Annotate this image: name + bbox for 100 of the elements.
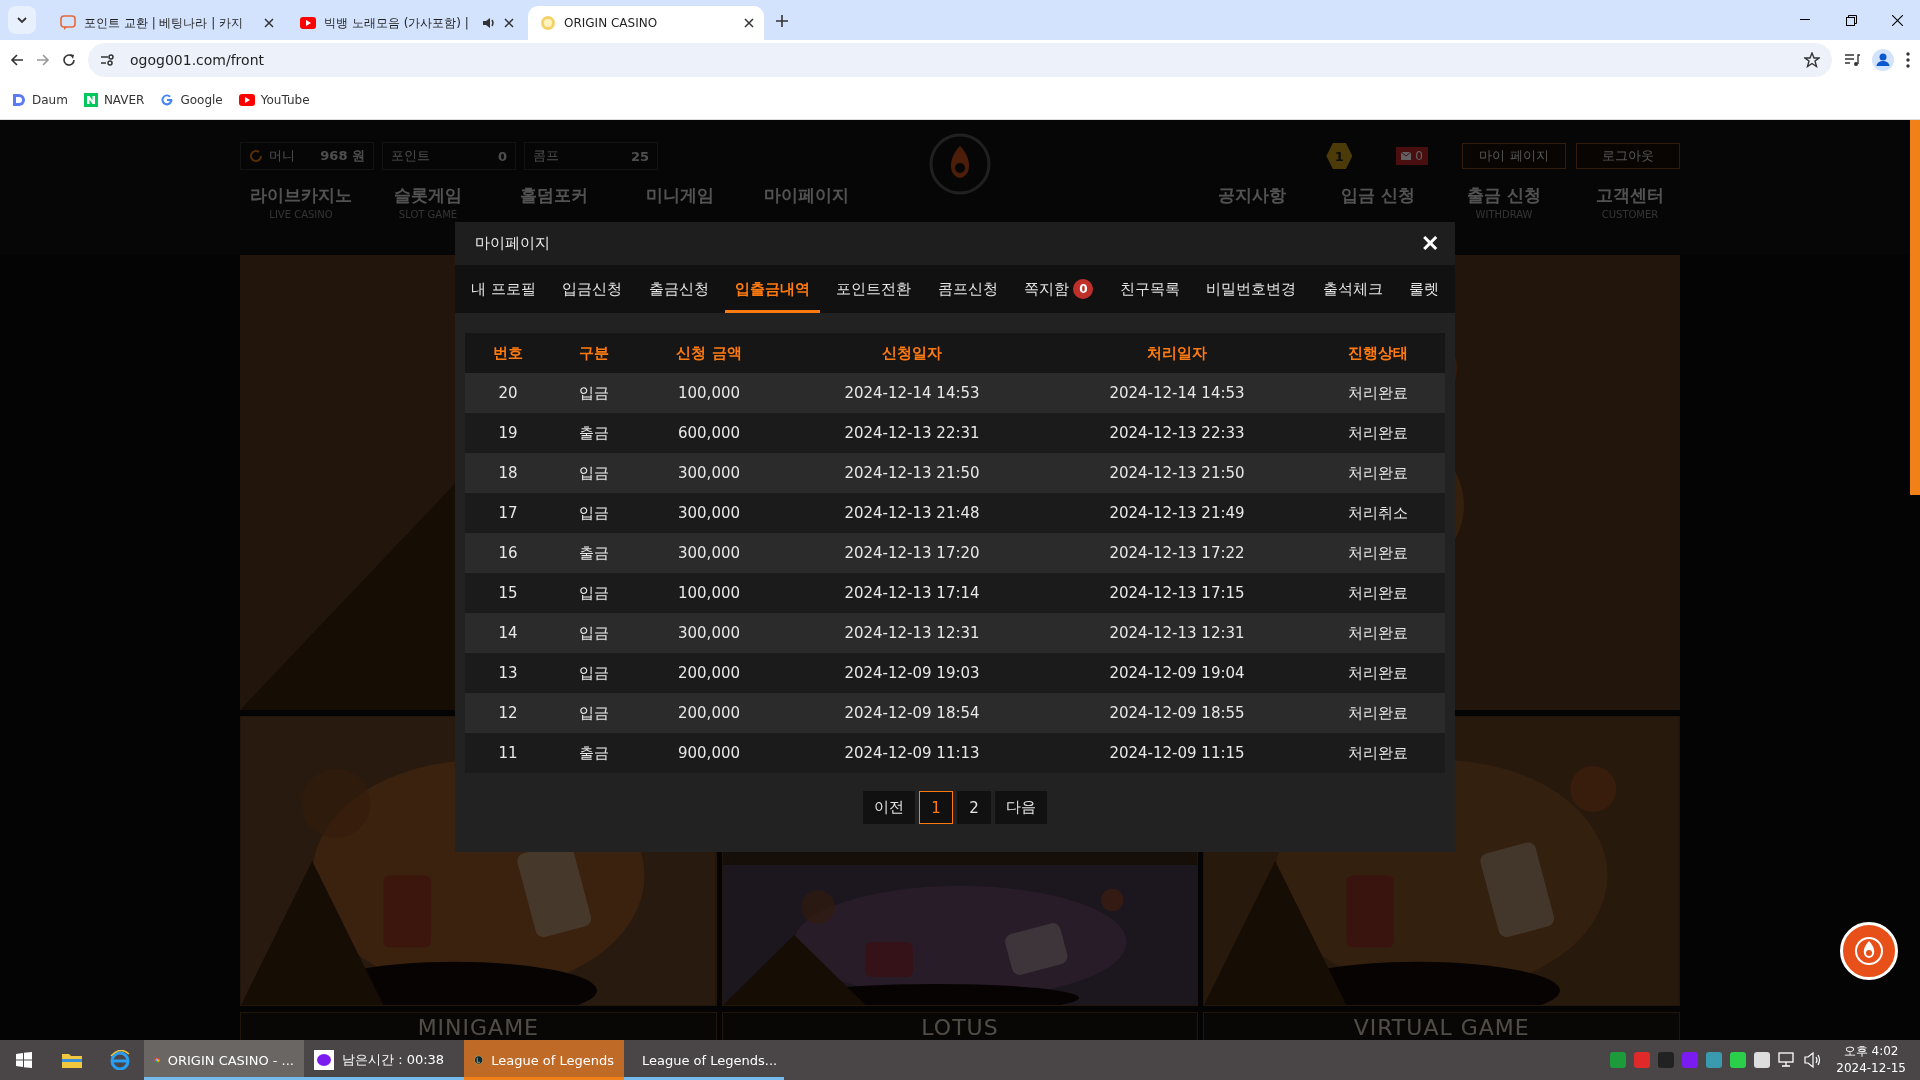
- table-cell-text: 12: [497, 703, 519, 724]
- google-icon: [160, 92, 175, 107]
- daum-icon: [12, 92, 26, 107]
- table-cell-text: 2024-12-13 17:15: [1108, 583, 1246, 604]
- close-button[interactable]: ✕: [1417, 230, 1443, 257]
- stat-label: 포인트: [391, 147, 430, 165]
- table-cell-text: 2024-12-09 19:04: [1108, 663, 1246, 684]
- table-cell-text: 11: [497, 743, 519, 764]
- table-cell-text: 출금: [578, 542, 610, 564]
- close-icon: [744, 18, 754, 28]
- close-icon: [264, 18, 274, 28]
- browser-tab[interactable]: 포인트 교환 | 베팅나라 | 카지: [48, 6, 284, 40]
- windows-icon: [16, 1052, 32, 1068]
- naver-icon: [83, 92, 98, 107]
- column-header: 처리일자: [1146, 342, 1208, 364]
- table-cell-text: 18: [497, 463, 519, 484]
- minimize-icon: [1800, 19, 1810, 21]
- table-cell-text: 2024-12-13 17:20: [843, 543, 981, 564]
- menu-icon: [1906, 52, 1910, 68]
- tab[interactable]: 내 프로필: [461, 265, 546, 313]
- tab[interactable]: 친구목록: [1109, 265, 1190, 313]
- tab[interactable]: 포인트전환: [826, 265, 922, 313]
- table-cell-text: 2024-12-13 22:33: [1108, 423, 1246, 444]
- bookmark[interactable]: YouTube: [238, 92, 310, 107]
- table-cell-text: 입금: [578, 702, 610, 724]
- stat-value: 0: [497, 148, 507, 164]
- stat-label: 콤프: [533, 147, 559, 165]
- table-cell-text: 300,000: [677, 543, 741, 564]
- table-cell-text: 입금: [578, 582, 610, 604]
- browser-tab[interactable]: 빅뱅 노래모음 (가사포함) |: [288, 6, 524, 40]
- table-cell-text: 100,000: [677, 583, 741, 604]
- restore-icon: [1845, 14, 1857, 26]
- table-cell-text: 2024-12-13 21:50: [1108, 463, 1246, 484]
- tab[interactable]: 룰렛: [1399, 265, 1449, 313]
- column-header: 신청일자: [881, 342, 943, 364]
- close-icon: [504, 18, 514, 28]
- page-button[interactable]: 1: [919, 791, 953, 824]
- table-cell-text: 처리완료: [1347, 462, 1409, 484]
- forward-icon: [36, 53, 50, 67]
- table-cell-text: 입금: [578, 382, 610, 404]
- table-cell-text: 처리완료: [1347, 542, 1409, 564]
- table-cell-text: 300,000: [677, 623, 741, 644]
- taskbar-app[interactable]: League of Legends: [464, 1040, 624, 1080]
- table-cell-text: 입금: [578, 502, 610, 524]
- table-cell-text: 20: [497, 383, 519, 404]
- page-button[interactable]: 2: [957, 791, 991, 824]
- table-cell-text: 19: [497, 423, 519, 444]
- bookmark[interactable]: NAVER: [83, 92, 145, 107]
- tab[interactable]: 출금신청: [638, 265, 719, 313]
- page-button[interactable]: 다음: [995, 791, 1047, 824]
- table-cell-text: 2024-12-13 22:31: [843, 423, 981, 444]
- table-cell-text: 2024-12-14 14:53: [843, 383, 981, 404]
- table-cell-text: 입금: [578, 462, 610, 484]
- star-icon: [1804, 52, 1820, 68]
- logo-button[interactable]: [1840, 922, 1898, 980]
- table-cell-text: 2024-12-13 12:31: [1108, 623, 1246, 644]
- table-cell-text: 처리완료: [1347, 662, 1409, 684]
- table-cell-text: 2024-12-13 21:48: [843, 503, 981, 524]
- table-cell-text: 2024-12-13 21:49: [1108, 503, 1246, 524]
- clock-time: 오후 4:02: [1843, 1043, 1899, 1060]
- tab[interactable]: 입출금내역: [725, 265, 821, 313]
- table-cell-text: 2024-12-13 17:14: [843, 583, 981, 604]
- table-cell-text: 600,000: [677, 423, 741, 444]
- table-cell-text: 15: [497, 583, 519, 604]
- tab[interactable]: 입금신청: [552, 265, 633, 313]
- tray-app-icon[interactable]: [1730, 1052, 1747, 1068]
- table-cell-text: 2024-12-13 12:31: [843, 623, 981, 644]
- table-cell-text: 2024-12-14 14:53: [1108, 383, 1246, 404]
- tab[interactable]: 콤프신청: [927, 265, 1008, 313]
- tray-app-icon[interactable]: [1706, 1052, 1723, 1068]
- flame-icon: [1854, 936, 1884, 966]
- scrollbar[interactable]: [1910, 120, 1920, 495]
- page-button[interactable]: 이전: [863, 791, 915, 824]
- table-cell-text: 출금: [578, 422, 610, 444]
- bookmark[interactable]: Daum: [12, 92, 68, 107]
- stat-value: 968 원: [320, 147, 365, 165]
- column-header: 구분: [578, 342, 610, 364]
- youtube-icon: [238, 93, 255, 106]
- tab[interactable]: 비밀번호변경: [1196, 265, 1307, 313]
- close-icon: [1891, 14, 1903, 26]
- chevron-down-icon: [17, 17, 27, 23]
- globe-e-icon: [109, 1050, 131, 1070]
- table-cell-text: 2024-12-13 21:50: [843, 463, 981, 484]
- browser-tab[interactable]: ORIGIN CASINO: [528, 6, 764, 40]
- tab[interactable]: 출석체크: [1312, 265, 1393, 313]
- tab-list-button[interactable]: [8, 6, 36, 34]
- tray-app-icon[interactable]: [1754, 1052, 1771, 1068]
- table-cell-text: 2024-12-09 11:15: [1108, 743, 1246, 764]
- bookmark[interactable]: Google: [160, 92, 223, 107]
- address-bar[interactable]: ogog001.com/front: [88, 43, 1832, 77]
- taskbar-app[interactable]: League of Legends...: [624, 1040, 784, 1080]
- speaker-icon: [1804, 1052, 1823, 1068]
- video-icon: [300, 17, 316, 29]
- level-badge: 1: [1326, 143, 1353, 169]
- stat-value: 25: [630, 148, 649, 164]
- tab[interactable]: 쪽지함 0: [1014, 265, 1104, 313]
- table-cell-text: 16: [497, 543, 519, 564]
- table-cell-text: 처리완료: [1347, 742, 1409, 764]
- taskbar-app[interactable]: ORIGIN CASINO - ...: [144, 1040, 304, 1080]
- back-icon: [10, 53, 24, 67]
